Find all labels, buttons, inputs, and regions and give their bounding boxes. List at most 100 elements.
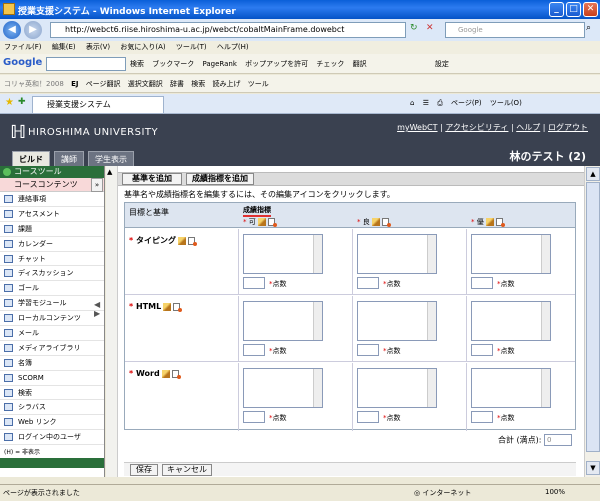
back-button[interactable]: ◀ (3, 21, 21, 39)
tab-student-view[interactable]: 学生表示 (88, 151, 134, 166)
vertical-scrollbar[interactable]: ▲ ▼ (584, 166, 600, 477)
sidebar-item-calendar[interactable]: カレンダー (0, 237, 104, 252)
menu-favorites[interactable]: お気に入り(A) (116, 41, 169, 53)
description-textarea[interactable] (243, 301, 323, 341)
zoom-level[interactable]: 100% (545, 488, 565, 496)
menu-tools[interactable]: ツール(T) (172, 41, 211, 53)
description-textarea[interactable] (243, 234, 323, 274)
sidebar-item-announcements[interactable]: 連絡事項 (0, 192, 104, 207)
sidebar-item-goals[interactable]: ゴール (0, 281, 104, 297)
scroll-down-icon[interactable]: ▼ (586, 461, 600, 475)
sidebar-item-assessments[interactable]: アセスメント (0, 207, 104, 222)
menu-help[interactable]: ヘルプ(H) (213, 41, 253, 53)
forward-button[interactable]: ▶ (24, 21, 42, 39)
browser-tab[interactable]: 授業支援システム (32, 96, 164, 113)
add-level-button[interactable]: 成績指標を追加 (186, 173, 254, 185)
sidebar-item-assignments[interactable]: 課題 (0, 222, 104, 237)
home-icon[interactable]: ⌂ (410, 99, 414, 107)
points-input[interactable] (357, 277, 379, 289)
page-menu[interactable]: ページ(P) (451, 99, 482, 107)
frame-splitter-icon[interactable]: ◀ ▶ (94, 300, 104, 340)
settings-button[interactable]: 設定 (435, 60, 449, 68)
tools-menu[interactable]: ツール(O) (490, 99, 522, 107)
menu-file[interactable]: ファイル(F) (0, 41, 46, 53)
bookmark-button[interactable]: ブックマーク (152, 60, 194, 68)
delete-doc-icon[interactable] (171, 369, 181, 379)
total-points-input[interactable]: 0 (544, 434, 572, 446)
points-input[interactable] (471, 277, 493, 289)
description-textarea[interactable] (471, 234, 551, 274)
scroll-up-icon[interactable]: ▲ (586, 167, 600, 181)
toolbar-tools-button[interactable]: ツール (248, 80, 269, 88)
sidebar-item-media-library[interactable]: メディアライブラリ (0, 341, 104, 356)
description-textarea[interactable] (471, 368, 551, 408)
delete-doc-icon[interactable] (267, 218, 277, 227)
edit-pencil-icon[interactable] (161, 369, 170, 378)
maximize-button[interactable]: □ (566, 2, 581, 17)
description-textarea[interactable] (243, 368, 323, 408)
favorites-star-icon[interactable]: ★ (5, 97, 14, 108)
selection-translate-button[interactable]: 選択文翻訳 (128, 80, 163, 88)
logout-link[interactable]: ログアウト (548, 123, 588, 132)
help-link[interactable]: ヘルプ (516, 123, 540, 132)
google-search-input[interactable] (46, 57, 126, 71)
points-input[interactable] (471, 344, 493, 356)
feeds-icon[interactable]: ☰ (423, 99, 429, 107)
sidebar-item-roster[interactable]: 名簿 (0, 356, 104, 371)
delete-doc-icon[interactable] (187, 236, 197, 246)
check-button[interactable]: チェック (316, 60, 344, 68)
stop-icon[interactable]: ✕ (426, 23, 434, 33)
edit-pencil-icon[interactable] (257, 218, 266, 226)
delete-doc-icon[interactable] (173, 302, 183, 312)
refresh-icon[interactable]: ↻ (410, 23, 418, 33)
points-input[interactable] (243, 344, 265, 356)
google-search-button[interactable]: 検索 (130, 60, 144, 68)
mywebct-link[interactable]: myWebCT (397, 123, 437, 132)
close-button[interactable]: ✕ (583, 2, 598, 17)
accessibility-link[interactable]: アクセシビリティ (445, 123, 508, 132)
dictionary-button[interactable]: 辞書 (170, 80, 184, 88)
minimize-button[interactable]: _ (549, 2, 564, 17)
sidebar-item-online-users[interactable]: ログイン中のユーザ (0, 430, 104, 446)
course-content-menu[interactable]: コースコンテンツ (0, 178, 104, 192)
description-textarea[interactable] (357, 234, 437, 274)
menu-view[interactable]: 表示(V) (82, 41, 114, 53)
sidebar-item-search[interactable]: 検索 (0, 386, 104, 401)
sidebar-item-mail[interactable]: メール (0, 326, 104, 341)
edit-pencil-icon[interactable] (177, 236, 186, 245)
delete-doc-icon[interactable] (381, 218, 391, 227)
search-input[interactable]: Google (445, 22, 585, 38)
address-input[interactable]: http://webct6.riise.hiroshima-u.ac.jp/we… (50, 22, 406, 38)
sidebar-collapse-icon[interactable]: » (91, 178, 103, 192)
points-input[interactable] (357, 344, 379, 356)
sidebar-item-scorm[interactable]: SCORM (0, 371, 104, 386)
sidebar-item-syllabus[interactable]: シラバス (0, 400, 104, 416)
read-aloud-button[interactable]: 読み上げ (213, 80, 241, 88)
tab-instructor[interactable]: 講師 (54, 151, 84, 166)
description-textarea[interactable] (471, 301, 551, 341)
save-button[interactable]: 保存 (130, 464, 158, 476)
description-textarea[interactable] (357, 301, 437, 341)
tab-build[interactable]: ビルド (12, 151, 50, 166)
description-textarea[interactable] (357, 368, 437, 408)
add-favorite-icon[interactable]: ✚ (18, 97, 26, 107)
sidebar-item-chat[interactable]: チャット (0, 252, 104, 267)
translate-button[interactable]: 翻訳 (353, 60, 367, 68)
sidebar-item-discussions[interactable]: ディスカッション (0, 266, 104, 282)
points-input[interactable] (357, 411, 379, 423)
strip-up-arrow-icon[interactable]: ▲ (107, 168, 112, 176)
add-criterion-button[interactable]: 基準を追加 (122, 173, 182, 185)
edit-pencil-icon[interactable] (485, 218, 494, 226)
course-tools-heading[interactable]: コースツール (0, 166, 104, 178)
ej-button[interactable]: EJ (71, 80, 78, 88)
edit-pencil-icon[interactable] (371, 218, 380, 226)
toolbar-search-button[interactable]: 検索 (191, 80, 205, 88)
edit-pencil-icon[interactable] (163, 302, 172, 311)
search-icon[interactable]: ⌕ (586, 23, 591, 33)
popup-allow-button[interactable]: ポップアップを許可 (245, 60, 308, 68)
print-icon[interactable]: ⎙ (437, 99, 443, 107)
points-input[interactable] (243, 411, 265, 423)
sidebar-item-local-content[interactable]: ローカルコンテンツ (0, 311, 104, 327)
delete-doc-icon[interactable] (495, 218, 505, 227)
page-translate-button[interactable]: ページ翻訳 (86, 80, 121, 88)
